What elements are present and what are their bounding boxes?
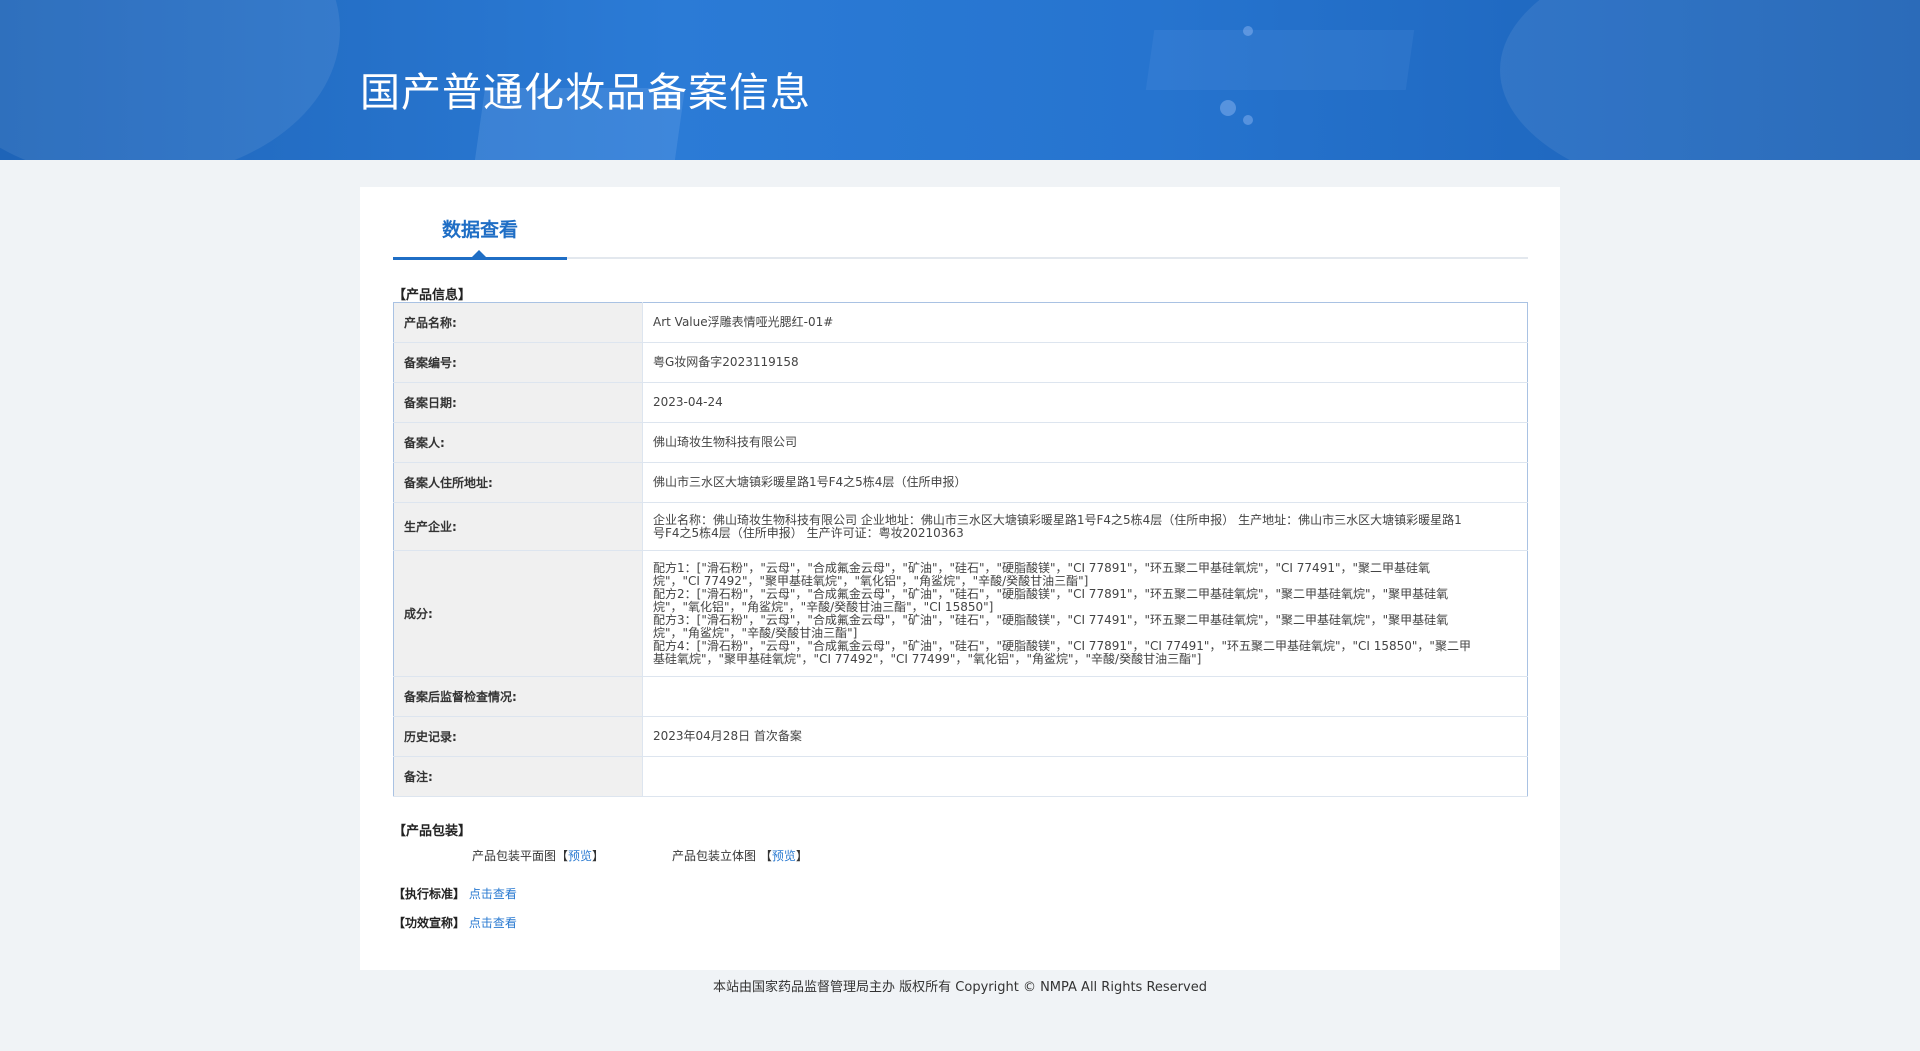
standard-label: 【执行标准】 — [393, 887, 466, 901]
table-row: 备案日期: 2023-04-24 — [393, 382, 1528, 423]
row-label: 备案日期: — [393, 382, 643, 423]
preview-flat-link[interactable]: 预览 — [568, 849, 592, 863]
efficacy-view-link[interactable]: 点击查看 — [469, 916, 517, 930]
header-banner: 国产普通化妆品备案信息 — [0, 0, 1920, 160]
banner-decoration — [0, 0, 340, 160]
row-value: Art Value浮雕表情哑光腮红-01# — [642, 302, 1528, 343]
product-info-table: 产品名称: Art Value浮雕表情哑光腮红-01# 备案编号: 粤G妆网备字… — [393, 302, 1528, 797]
preview-stereo-link[interactable]: 预览 — [772, 849, 796, 863]
tab-bar: 数据查看 — [393, 187, 1528, 260]
table-row: 成分: 配方1：["滑石粉"，"云母"，"合成氟金云母"，"矿油"，"硅石"，"… — [393, 550, 1528, 677]
row-value: 企业名称：佛山琦妆生物科技有限公司 企业地址：佛山市三水区大塘镇彩暖星路1号F4… — [642, 502, 1528, 551]
row-label: 备案后监督检查情况: — [393, 676, 643, 717]
row-value: 粤G妆网备字2023119158 — [642, 342, 1528, 383]
efficacy-row: 【功效宣称】 点击查看 — [393, 914, 517, 931]
bracket: 】 — [592, 849, 605, 863]
main-card: 数据查看 【产品信息】 产品名称: Art Value浮雕表情哑光腮红-01# … — [360, 187, 1560, 970]
bracket: 【 — [759, 849, 772, 863]
table-row: 生产企业: 企业名称：佛山琦妆生物科技有限公司 企业地址：佛山市三水区大塘镇彩暖… — [393, 502, 1528, 551]
package-stereo-item: 产品包装立体图 【预览】 — [672, 847, 808, 864]
row-label: 备案人: — [393, 422, 643, 463]
efficacy-label: 【功效宣称】 — [393, 916, 466, 930]
table-row: 备案人: 佛山琦妆生物科技有限公司 — [393, 422, 1528, 463]
table-row: 备案后监督检查情况: — [393, 676, 1528, 717]
row-label: 产品名称: — [393, 302, 643, 343]
ingredients-text: 配方1：["滑石粉"，"云母"，"合成氟金云母"，"矿油"，"硅石"，"硬脂酸镁… — [653, 560, 1471, 666]
product-info-title: 【产品信息】 — [393, 288, 472, 303]
packaging-title: 【产品包装】 — [393, 824, 472, 839]
row-label: 备案人住所地址: — [393, 462, 643, 503]
row-value: 配方1：["滑石粉"，"云母"，"合成氟金云母"，"矿油"，"硅石"，"硬脂酸镁… — [642, 550, 1528, 677]
footer-copyright: 本站由国家药品监督管理局主办 版权所有 Copyright © NMPA All… — [713, 980, 1207, 995]
row-value: 2023年04月28日 首次备案 — [642, 716, 1528, 757]
table-row: 产品名称: Art Value浮雕表情哑光腮红-01# — [393, 302, 1528, 343]
package-flat-label: 产品包装平面图 — [472, 849, 557, 863]
row-label: 备注: — [393, 756, 643, 797]
table-row: 备案人住所地址: 佛山市三水区大塘镇彩暖星路1号F4之5栋4层（住所申报） — [393, 462, 1528, 503]
table-row: 备注: — [393, 756, 1528, 797]
row-label: 成分: — [393, 550, 643, 677]
row-value: 佛山琦妆生物科技有限公司 — [642, 422, 1528, 463]
row-label: 历史记录: — [393, 716, 643, 757]
standard-row: 【执行标准】 点击查看 — [393, 885, 517, 902]
bracket: 【 — [556, 849, 569, 863]
row-label: 备案编号: — [393, 342, 643, 383]
page-title: 国产普通化妆品备案信息 — [360, 70, 811, 116]
row-value: 佛山市三水区大塘镇彩暖星路1号F4之5栋4层（住所申报） — [642, 462, 1528, 503]
banner-decoration — [1220, 100, 1236, 116]
row-value: 2023-04-24 — [642, 382, 1528, 423]
row-value — [642, 756, 1528, 797]
tab-data-view[interactable]: 数据查看 — [393, 187, 567, 260]
banner-decoration — [1243, 115, 1253, 125]
package-stereo-label: 产品包装立体图 — [672, 849, 757, 863]
manufacturer-text: 企业名称：佛山琦妆生物科技有限公司 企业地址：佛山市三水区大塘镇彩暖星路1号F4… — [653, 512, 1462, 540]
tab-caret-icon — [472, 250, 486, 257]
row-label: 生产企业: — [393, 502, 643, 551]
tab-label: 数据查看 — [441, 219, 518, 241]
standard-view-link[interactable]: 点击查看 — [469, 887, 517, 901]
banner-decoration — [1243, 26, 1253, 36]
banner-decoration — [1500, 0, 1920, 160]
package-flat-item: 产品包装平面图【预览】 — [472, 847, 604, 864]
table-row: 历史记录: 2023年04月28日 首次备案 — [393, 716, 1528, 757]
row-value — [642, 676, 1528, 717]
bracket: 】 — [795, 849, 808, 863]
table-row: 备案编号: 粤G妆网备字2023119158 — [393, 342, 1528, 383]
banner-decoration — [1145, 30, 1415, 90]
